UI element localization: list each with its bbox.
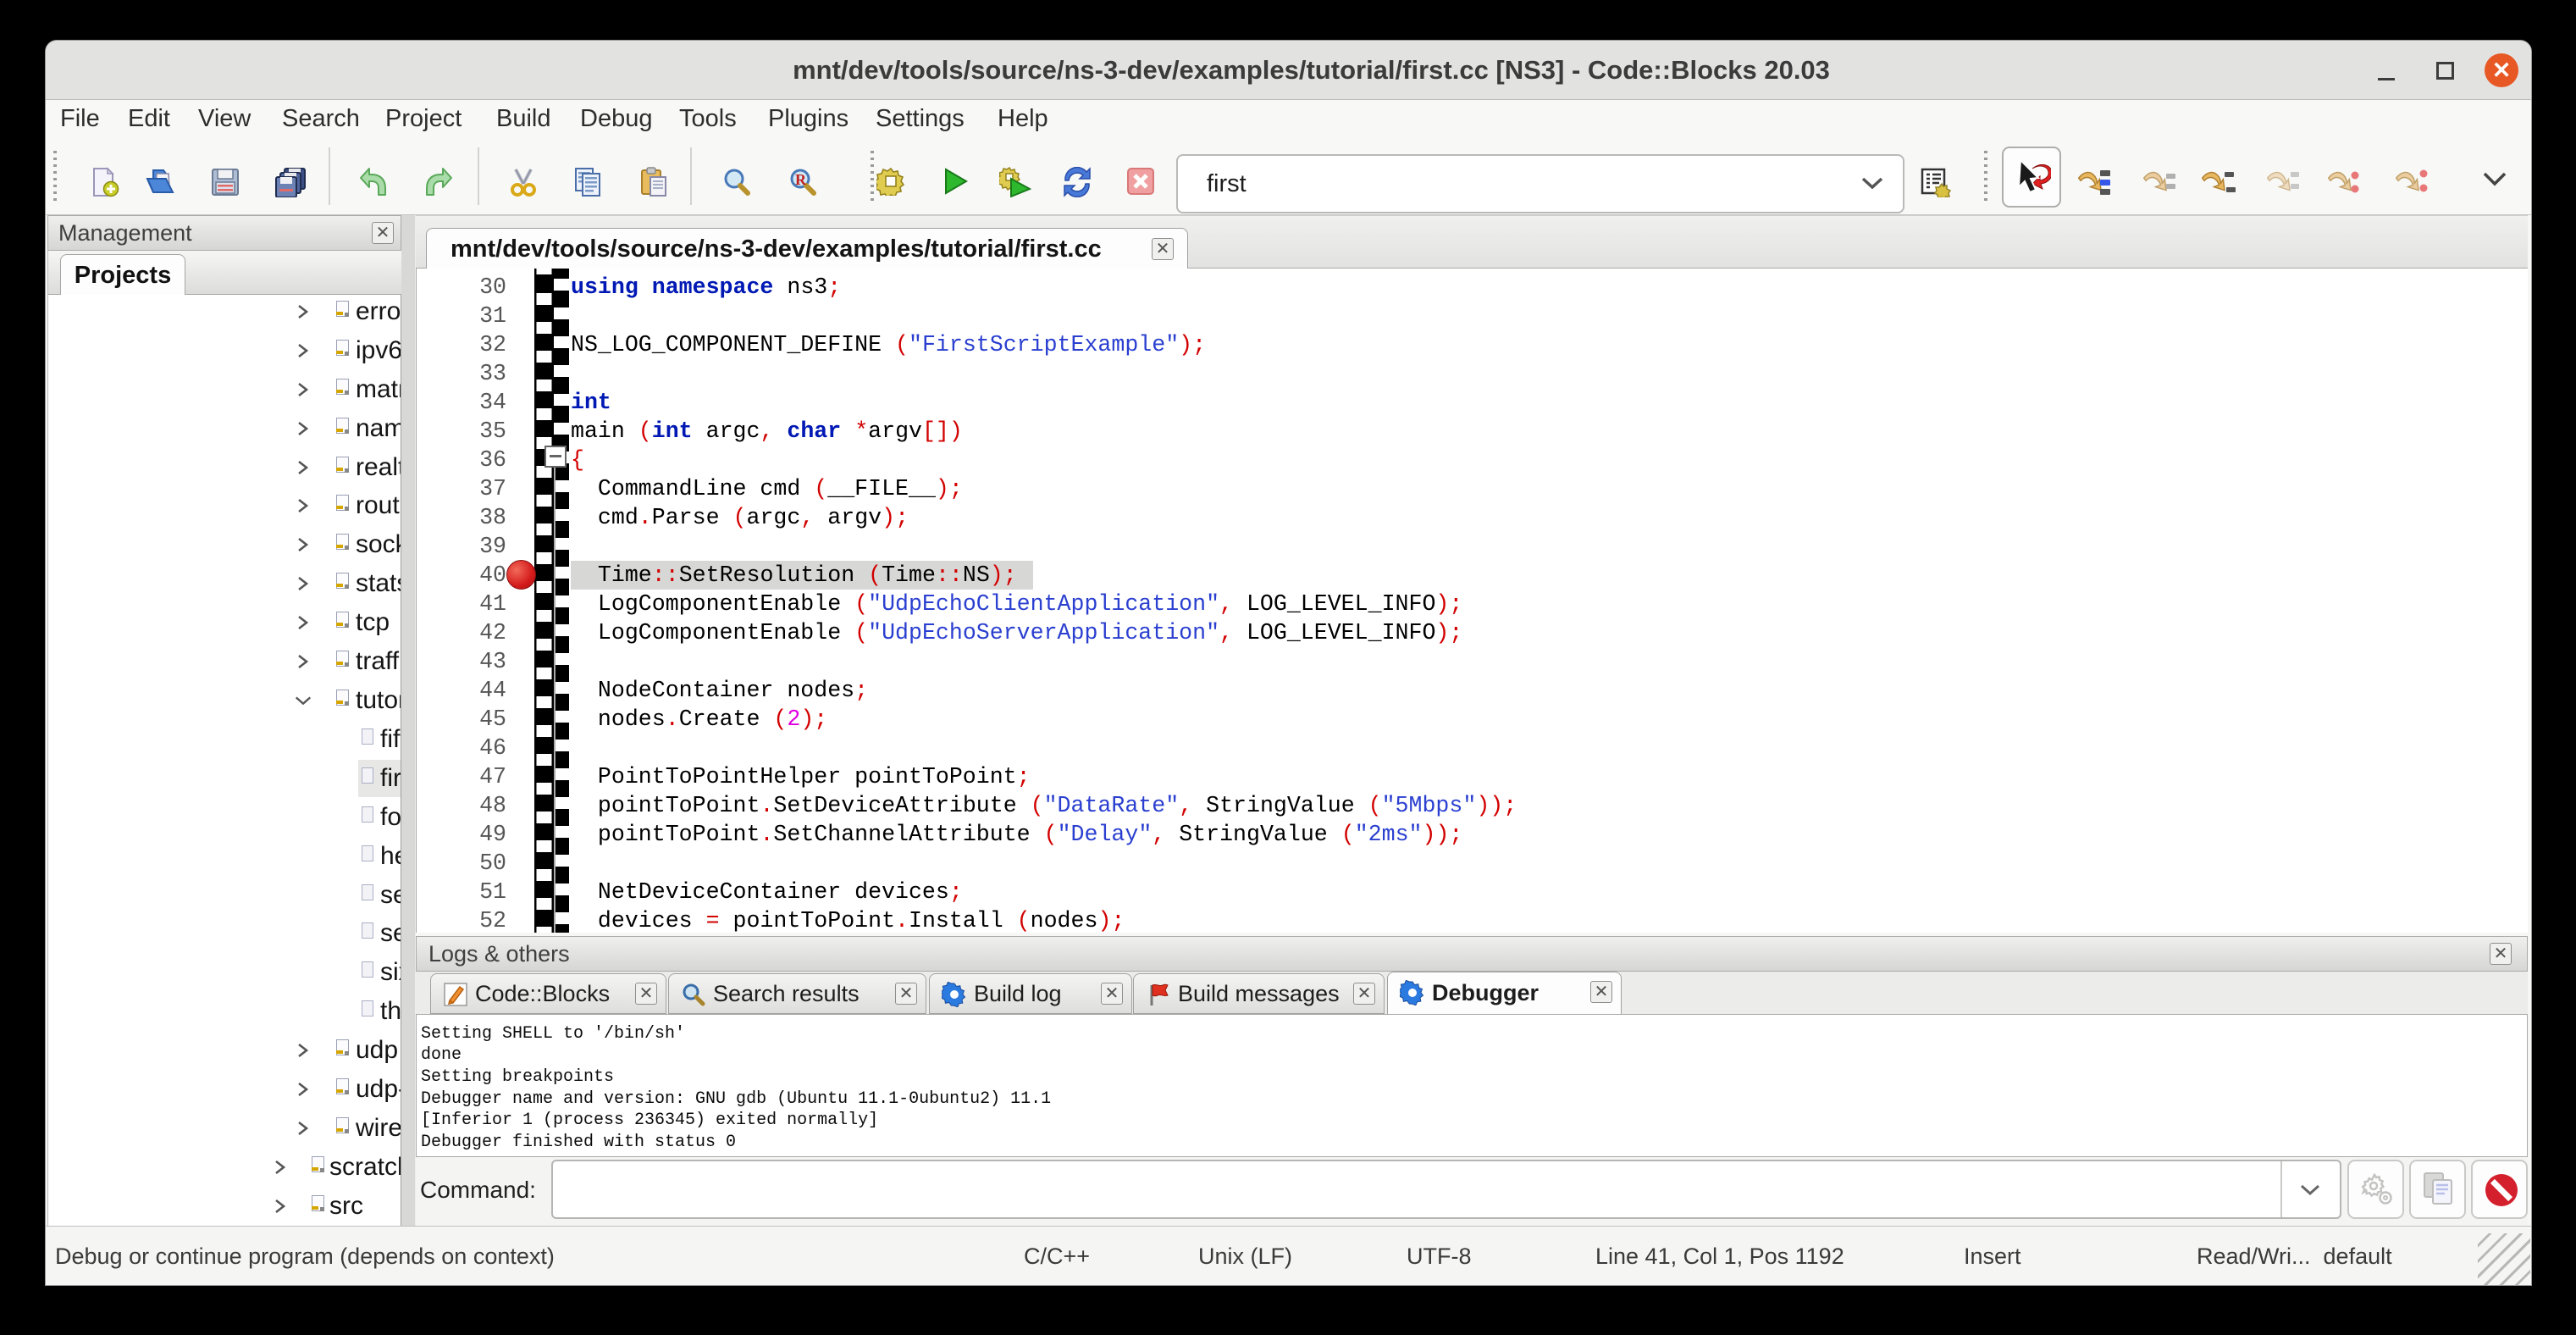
svg-text:R: R bbox=[795, 171, 807, 188]
